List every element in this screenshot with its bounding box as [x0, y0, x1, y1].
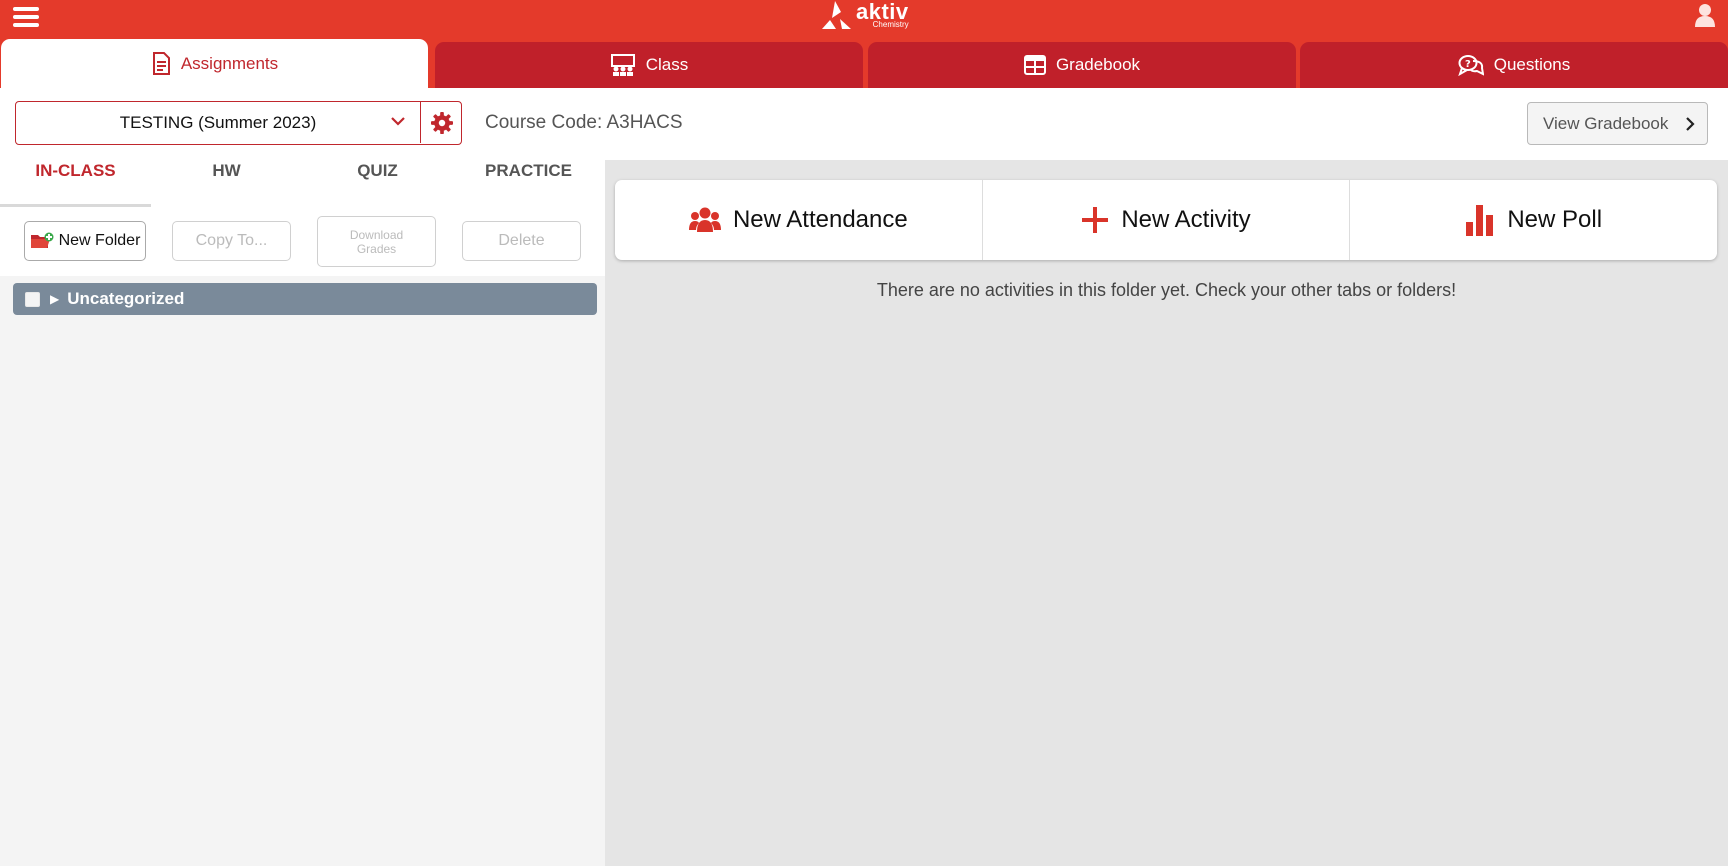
view-gradebook-button[interactable]: View Gradebook: [1527, 102, 1708, 145]
new-attendance-button[interactable]: New Attendance: [615, 180, 982, 260]
tab-label: Class: [645, 55, 689, 74]
chevron-down-icon[interactable]: [390, 115, 406, 127]
download-grades-button[interactable]: Download Grades: [317, 216, 436, 267]
course-dropdown[interactable]: TESTING (Summer 2023): [16, 102, 420, 143]
tab-class[interactable]: Class: [435, 42, 863, 88]
aktiv-logo[interactable]: aktiv Chemistry: [818, 0, 909, 32]
new-folder-button[interactable]: New Folder: [24, 221, 146, 261]
tab-label: Questions: [1493, 55, 1571, 74]
view-gradebook-label: View Gradebook: [1543, 113, 1669, 133]
folder-row-uncategorized[interactable]: ▶ Uncategorized: [13, 283, 597, 315]
copy-to-button[interactable]: Copy To...: [172, 221, 291, 261]
new-poll-label: New Poll: [1507, 206, 1603, 233]
subtab-active-indicator: [0, 204, 151, 207]
course-code: Course Code: A3HACS: [485, 112, 683, 133]
empty-folder-message: There are no activities in this folder y…: [876, 280, 1457, 300]
subtab-quiz[interactable]: QUIZ: [302, 161, 453, 181]
course-select: TESTING (Summer 2023): [15, 101, 462, 145]
new-folder-label: New Folder: [58, 232, 141, 249]
assignments-sidebar: IN-CLASS HW QUIZ PRACTICE New Folder Cop…: [0, 150, 605, 866]
top-bar: aktiv Chemistry Assignments Class Gradeb…: [0, 0, 1728, 88]
document-icon: [152, 51, 170, 75]
gear-icon: [430, 111, 453, 134]
tab-assignments[interactable]: Assignments: [1, 39, 428, 88]
main-tabs: Assignments Class Gradebook ? Questions: [0, 39, 1728, 88]
folder-checkbox[interactable]: [25, 291, 40, 307]
course-settings-button[interactable]: [420, 102, 462, 143]
new-activity-label: New Activity: [1121, 206, 1251, 233]
table-icon: [1023, 55, 1046, 75]
question-chat-icon: ?: [1457, 55, 1484, 76]
new-item-actions: New Attendance New Activity New Poll: [615, 180, 1717, 260]
plus-icon: [1082, 207, 1109, 233]
classroom-icon: [610, 54, 635, 76]
assignment-type-tabs: IN-CLASS HW QUIZ PRACTICE: [0, 150, 605, 209]
new-activity-button[interactable]: New Activity: [981, 180, 1350, 260]
aktiv-logo-mark-icon: [822, 1, 851, 29]
delete-button[interactable]: Delete: [462, 221, 581, 261]
subtab-hw[interactable]: HW: [151, 161, 302, 181]
tab-label: Gradebook: [1055, 55, 1141, 74]
new-folder-icon: [30, 232, 54, 248]
download-grades-label-line2: Grades: [356, 241, 397, 256]
chevron-right-icon: [1686, 117, 1695, 131]
tab-questions[interactable]: ? Questions: [1300, 42, 1728, 88]
svg-text:?: ?: [1465, 59, 1471, 70]
activities-panel: New Attendance New Activity New Poll The…: [605, 160, 1728, 866]
tab-label: Assignments: [180, 53, 279, 73]
logo-text: aktiv Chemistry: [856, 0, 909, 29]
download-grades-label-line1: Download: [349, 227, 404, 242]
user-icon[interactable]: [1694, 3, 1716, 27]
folder-toolbar: New Folder Copy To... Download Grades De…: [0, 208, 605, 276]
expand-arrow-icon[interactable]: ▶: [50, 292, 59, 306]
bar-chart-icon: [1466, 205, 1494, 236]
subtab-practice[interactable]: PRACTICE: [453, 161, 604, 181]
folder-name: Uncategorized: [67, 289, 185, 308]
new-attendance-label: New Attendance: [732, 206, 908, 233]
new-poll-button[interactable]: New Poll: [1349, 180, 1717, 260]
people-icon: [688, 207, 721, 232]
hamburger-menu-icon[interactable]: [13, 4, 39, 28]
subtab-in-class[interactable]: IN-CLASS: [0, 161, 151, 181]
tab-gradebook[interactable]: Gradebook: [868, 42, 1296, 88]
